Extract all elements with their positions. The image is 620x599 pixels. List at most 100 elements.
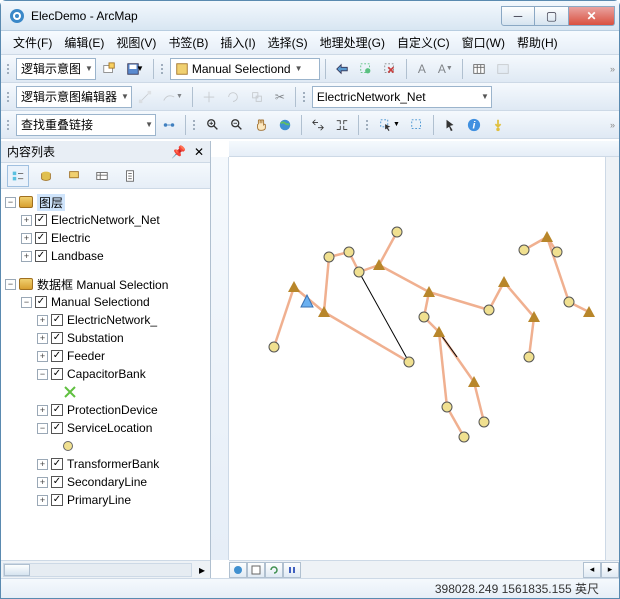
- editor-label: 逻辑示意图编辑器: [21, 88, 117, 105]
- layer-label: PrimaryLine: [67, 493, 131, 507]
- pan-icon[interactable]: [250, 114, 272, 136]
- menu-bookmarks[interactable]: 书签(B): [162, 31, 214, 54]
- menu-file[interactable]: 文件(F): [7, 31, 58, 54]
- hyperlink-icon[interactable]: [487, 114, 509, 136]
- select-features-icon[interactable]: [355, 58, 377, 80]
- layer-label: ElectricNetwork_: [67, 313, 157, 327]
- find-connected-icon[interactable]: [158, 114, 180, 136]
- close-button[interactable]: ✕: [569, 6, 615, 26]
- propagate-icon[interactable]: [331, 58, 353, 80]
- list-by-selection-icon[interactable]: [91, 165, 113, 187]
- tree-node[interactable]: +ElectricNetwork_: [5, 311, 210, 329]
- map-vscrollbar[interactable]: [605, 157, 619, 560]
- tree-node[interactable]: +TransformerBank: [5, 455, 210, 473]
- toolbar-grip[interactable]: [191, 115, 197, 135]
- next-extent-icon[interactable]: [331, 114, 353, 136]
- toolbar-grip[interactable]: [5, 87, 11, 107]
- checkbox[interactable]: [51, 404, 63, 416]
- tree-node[interactable]: +Feeder: [5, 347, 210, 365]
- checkbox[interactable]: [51, 422, 63, 434]
- pause-button[interactable]: [283, 562, 301, 578]
- checkbox[interactable]: [35, 296, 47, 308]
- refresh-button[interactable]: [265, 562, 283, 578]
- clear-selection-icon[interactable]: [379, 58, 401, 80]
- checkbox[interactable]: [35, 250, 47, 262]
- identify-icon[interactable]: i: [463, 114, 485, 136]
- options-icon[interactable]: [119, 165, 141, 187]
- prev-extent-icon[interactable]: [307, 114, 329, 136]
- schematic-dropdown[interactable]: 逻辑示意图▼: [16, 58, 96, 80]
- tree-node[interactable]: −ServiceLocation: [5, 419, 210, 437]
- checkbox[interactable]: [51, 476, 63, 488]
- close-panel-icon[interactable]: ✕: [194, 145, 204, 159]
- menu-geoprocessing[interactable]: 地理处理(G): [314, 31, 391, 54]
- map-view[interactable]: ◂ ▸: [211, 141, 619, 578]
- coordinates-readout: 398028.249 1561835.155 英尺: [435, 580, 599, 597]
- zoom-out-icon[interactable]: [226, 114, 248, 136]
- toolbar-grip[interactable]: [364, 115, 370, 135]
- minimize-button[interactable]: ─: [501, 6, 535, 26]
- tree-node-manual-frame[interactable]: −数据框 Manual Selection: [5, 275, 210, 293]
- tree-node[interactable]: −Manual Selectiond: [5, 293, 210, 311]
- checkbox[interactable]: [35, 214, 47, 226]
- menu-insert[interactable]: 插入(I): [214, 31, 261, 54]
- toc-tree[interactable]: −图层 +ElectricNetwork_Net +Electric +Land…: [1, 189, 210, 560]
- zoom-in-icon[interactable]: [202, 114, 224, 136]
- list-by-visibility-icon[interactable]: [63, 165, 85, 187]
- menu-windows[interactable]: 窗口(W): [456, 31, 511, 54]
- checkbox[interactable]: [51, 350, 63, 362]
- list-by-source-icon[interactable]: [35, 165, 57, 187]
- new-schematic-icon[interactable]: [98, 58, 120, 80]
- save-schematic-icon[interactable]: ▼: [122, 58, 148, 80]
- menu-customize[interactable]: 自定义(C): [391, 31, 456, 54]
- maximize-button[interactable]: ▢: [535, 6, 569, 26]
- text-tool-icon: A▼: [434, 58, 457, 80]
- checkbox[interactable]: [35, 232, 47, 244]
- attribute-table-icon[interactable]: [468, 58, 490, 80]
- menu-help[interactable]: 帮助(H): [511, 31, 564, 54]
- tree-node[interactable]: +ElectricNetwork_Net: [5, 211, 210, 229]
- pin-icon[interactable]: 📌: [171, 145, 186, 159]
- data-view-button[interactable]: [229, 562, 247, 578]
- toolbar-grip[interactable]: [5, 115, 11, 135]
- tree-node[interactable]: +PrimaryLine: [5, 491, 210, 509]
- toolbar-grip[interactable]: [301, 87, 307, 107]
- tree-node[interactable]: +Substation: [5, 329, 210, 347]
- list-drawing-order-icon[interactable]: [7, 165, 29, 187]
- tree-node[interactable]: +SecondaryLine: [5, 473, 210, 491]
- menu-selection[interactable]: 选择(S): [262, 31, 314, 54]
- clear-selected-icon[interactable]: [406, 114, 428, 136]
- find-overlap-dropdown[interactable]: 查找重叠链接▼: [16, 114, 156, 136]
- scroll-left-button[interactable]: ◂: [583, 562, 601, 578]
- checkbox[interactable]: [51, 314, 63, 326]
- dataframe-icon: [19, 196, 33, 208]
- manual-selection-dropdown[interactable]: Manual Selectiond▼: [170, 58, 320, 80]
- tree-node[interactable]: +Electric: [5, 229, 210, 247]
- toolbar-grip[interactable]: [159, 59, 165, 79]
- toolbar-editor: 逻辑示意图编辑器▼ ▼ ✂ ElectricNetwork_Net▼: [1, 83, 619, 111]
- select-elements-icon[interactable]: ▼: [375, 114, 404, 136]
- checkbox[interactable]: [51, 494, 63, 506]
- editor-dropdown[interactable]: 逻辑示意图编辑器▼: [16, 86, 132, 108]
- menu-edit[interactable]: 编辑(E): [58, 31, 110, 54]
- checkbox[interactable]: [51, 368, 63, 380]
- toolbar-grip[interactable]: [5, 59, 11, 79]
- checkbox[interactable]: [51, 332, 63, 344]
- network-dropdown[interactable]: ElectricNetwork_Net▼: [312, 86, 492, 108]
- menubar: 文件(F) 编辑(E) 视图(V) 书签(B) 插入(I) 选择(S) 地理处理…: [1, 31, 619, 55]
- pointer-icon[interactable]: [439, 114, 461, 136]
- toc-hscrollbar[interactable]: ◂ ▸: [1, 560, 210, 578]
- menu-view[interactable]: 视图(V): [110, 31, 162, 54]
- full-extent-icon[interactable]: [274, 114, 296, 136]
- checkbox[interactable]: [51, 458, 63, 470]
- layer-label: ElectricNetwork_Net: [51, 213, 160, 227]
- tree-node[interactable]: +ProtectionDevice: [5, 401, 210, 419]
- scroll-right-button[interactable]: ▸: [601, 562, 619, 578]
- layout-view-button[interactable]: [247, 562, 265, 578]
- tree-node[interactable]: +Landbase: [5, 247, 210, 265]
- map-canvas[interactable]: [229, 157, 605, 560]
- map-hscrollbar[interactable]: ◂ ▸: [229, 560, 619, 578]
- tree-node[interactable]: −CapacitorBank: [5, 365, 210, 383]
- tree-node-layers[interactable]: −图层: [5, 193, 210, 211]
- rotate-icon: [222, 86, 244, 108]
